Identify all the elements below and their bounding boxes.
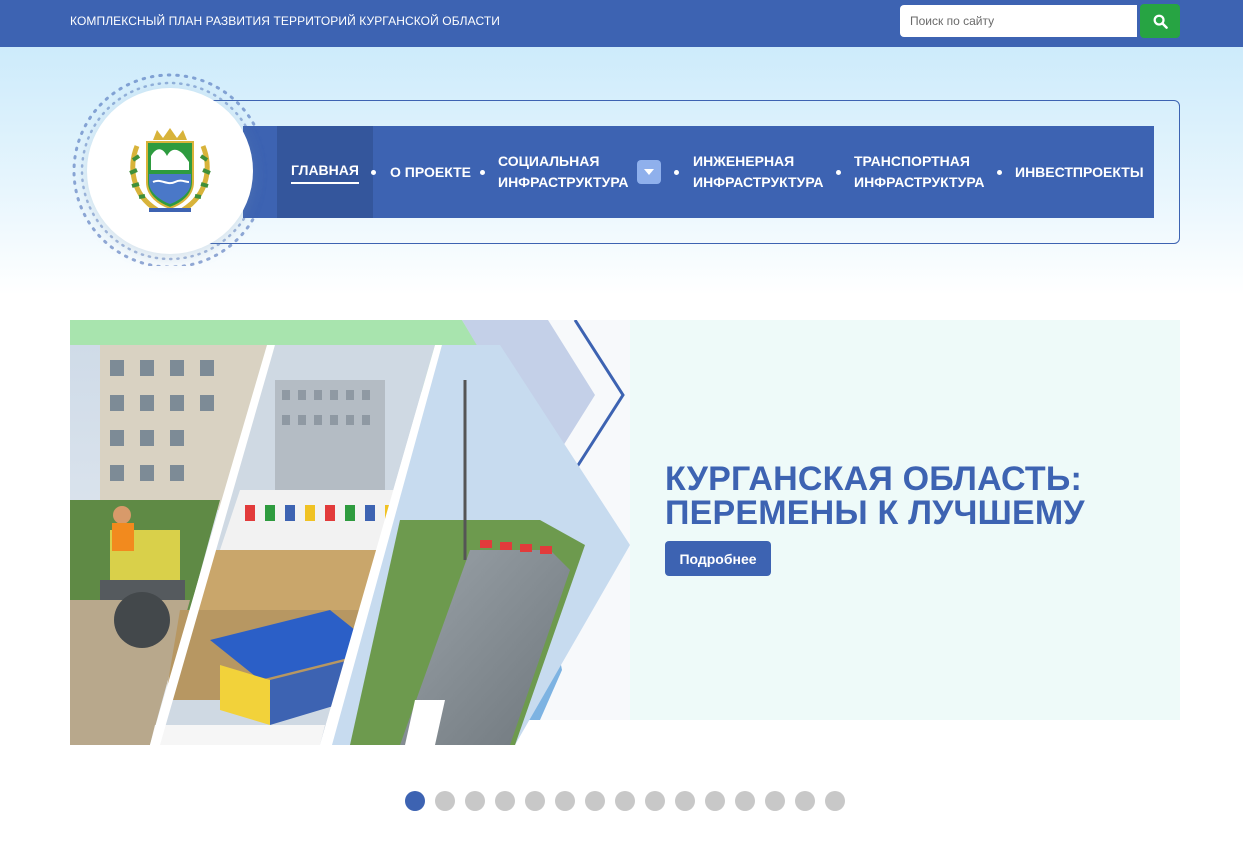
nav-item-label-line1: ТРАНСПОРТНАЯ — [854, 153, 970, 169]
nav-item-label-line1: ИНЖЕНЕРНАЯ — [693, 153, 795, 169]
coat-of-arms-icon — [129, 128, 211, 213]
slide-heading-line1: КУРГАНСКАЯ ОБЛАСТЬ: — [665, 460, 1083, 498]
nav-item-label: О ПРОЕКТЕ — [390, 163, 472, 180]
slider-dot[interactable] — [825, 791, 845, 811]
slide-heading-line2: ПЕРЕМЕНЫ К ЛУЧШЕМУ — [665, 494, 1085, 532]
nav-item-transport-infrastructure[interactable]: ТРАНСПОРТНАЯ ИНФРАСТРУКТУРА — [854, 126, 990, 218]
slider-dot[interactable] — [465, 791, 485, 811]
slider-dot[interactable] — [495, 791, 515, 811]
nav-item-label-line2: ИНФРАСТРУКТУРА — [693, 174, 824, 190]
nav-item-label: СОЦИАЛЬНАЯ ИНФРАСТРУКТУРА — [498, 151, 629, 193]
emblem-circle — [87, 88, 253, 254]
nav-item-social-infrastructure[interactable]: СОЦИАЛЬНАЯ ИНФРАСТРУКТУРА — [498, 126, 632, 218]
search-button[interactable] — [1140, 4, 1180, 38]
nav-separator — [480, 170, 485, 175]
slider-dot[interactable] — [765, 791, 785, 811]
slide-heading: КУРГАНСКАЯ ОБЛАСТЬ: ПЕРЕМЕНЫ К ЛУЧШЕМУ — [665, 462, 1165, 530]
slider-dot[interactable] — [735, 791, 755, 811]
nav-separator — [371, 170, 376, 175]
slider-dot[interactable] — [525, 791, 545, 811]
read-more-button[interactable]: Подробнее — [665, 541, 771, 576]
slider-dot[interactable] — [555, 791, 575, 811]
logo[interactable] — [70, 66, 270, 266]
slider-dot[interactable] — [795, 791, 815, 811]
slider-dot[interactable] — [675, 791, 695, 811]
nav-item-label-line1: СОЦИАЛЬНАЯ — [498, 153, 600, 169]
search-icon — [1153, 14, 1168, 29]
slide-collage-image — [70, 320, 630, 745]
nav-item-about[interactable]: О ПРОЕКТЕ — [390, 126, 471, 218]
slider-dot[interactable] — [705, 791, 725, 811]
slider-dot[interactable] — [585, 791, 605, 811]
site-title: КОМПЛЕКСНЫЙ ПЛАН РАЗВИТИЯ ТЕРРИТОРИЙ КУР… — [70, 14, 501, 28]
hero-slide: КУРГАНСКАЯ ОБЛАСТЬ: ПЕРЕМЕНЫ К ЛУЧШЕМУ П… — [70, 320, 1180, 745]
slider-dot[interactable] — [645, 791, 665, 811]
nav-item-label: ИНЖЕНЕРНАЯ ИНФРАСТРУКТУРА — [693, 151, 824, 193]
nav-item-engineering-infrastructure[interactable]: ИНЖЕНЕРНАЯ ИНФРАСТРУКТУРА — [693, 126, 829, 218]
slider-dot[interactable] — [435, 791, 455, 811]
caret-down-icon — [644, 169, 654, 175]
dropdown-toggle-button[interactable] — [637, 160, 661, 184]
nav-item-label: ТРАНСПОРТНАЯ ИНФРАСТРУКТУРА — [854, 151, 985, 193]
search-input[interactable] — [900, 5, 1137, 37]
nav-item-label-line2: ИНФРАСТРУКТУРА — [498, 174, 629, 190]
nav-separator — [836, 170, 841, 175]
slider-dot[interactable] — [405, 791, 425, 811]
nav-separator — [674, 170, 679, 175]
nav-separator — [997, 170, 1002, 175]
nav-item-home[interactable]: ГЛАВНАЯ — [277, 126, 373, 218]
nav-item-label: ИНВЕСТПРОЕКТЫ — [1015, 163, 1144, 180]
nav-item-investment-projects[interactable]: ИНВЕСТПРОЕКТЫ — [1015, 126, 1144, 218]
slider-dot[interactable] — [615, 791, 635, 811]
nav-item-label-line2: ИНФРАСТРУКТУРА — [854, 174, 985, 190]
nav-item-label: ГЛАВНАЯ — [291, 160, 359, 184]
slider-pagination — [405, 791, 845, 811]
